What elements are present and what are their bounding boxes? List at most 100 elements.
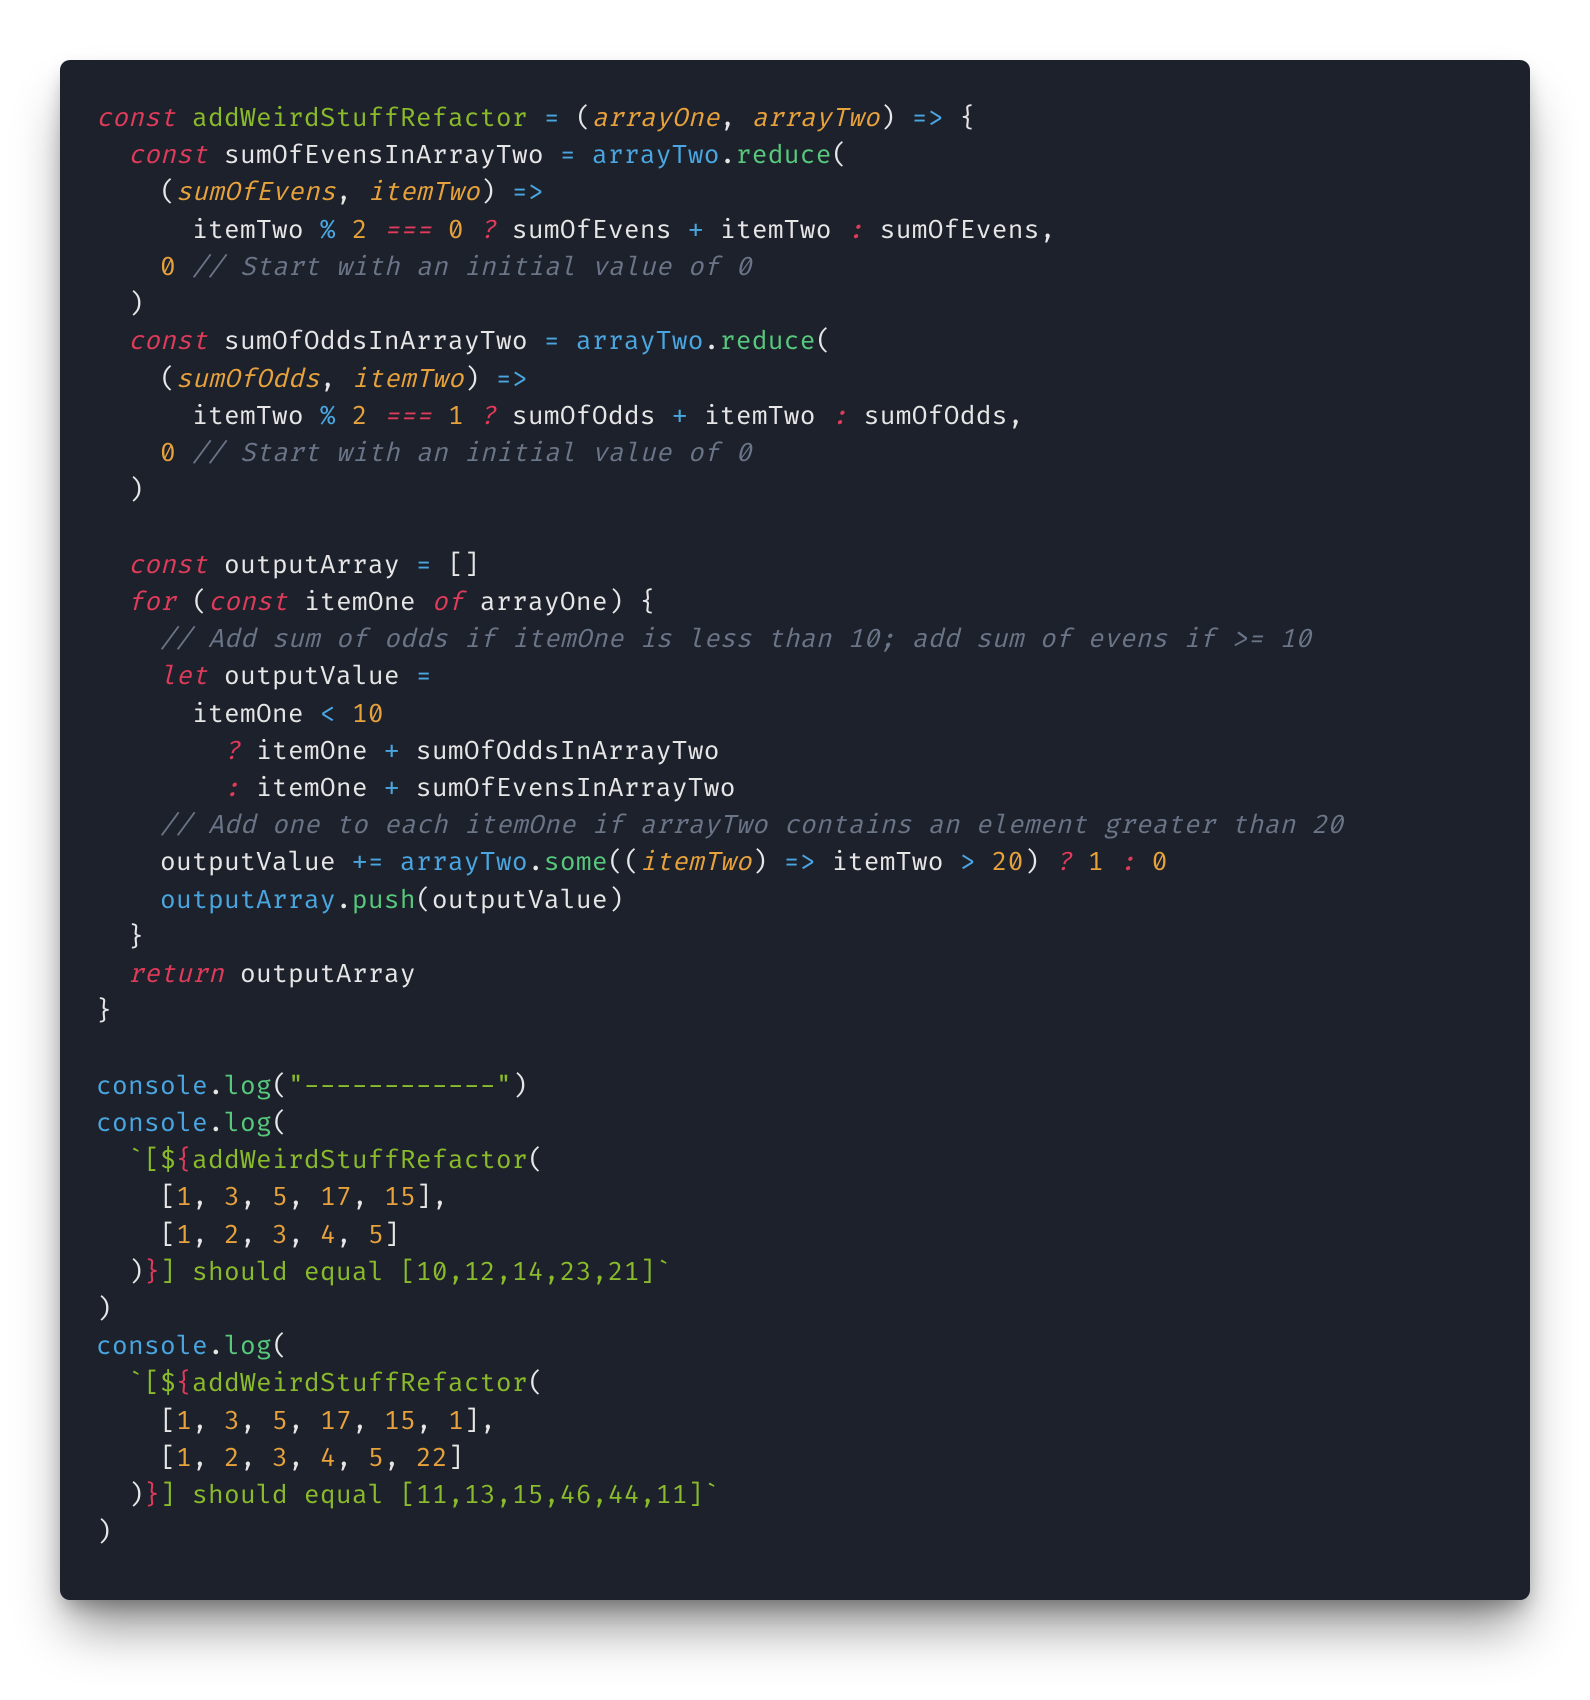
token-cmt: // Add one to each itemOne if arrayTwo c… — [160, 809, 1343, 841]
token-punct — [528, 102, 544, 134]
token-punct — [864, 214, 880, 246]
token-num: 2 — [224, 1219, 240, 1251]
token-punct — [208, 660, 224, 692]
token-punct — [368, 214, 384, 246]
token-kw: const — [208, 586, 288, 618]
token-punct: , — [288, 1219, 320, 1251]
token-punct: ], — [416, 1181, 448, 1213]
token-str: ] should equal [10,12,14,23,21]` — [160, 1256, 672, 1288]
token-num: 1 — [1088, 846, 1104, 878]
token-op: += — [352, 846, 384, 878]
token-tern: ? — [480, 214, 496, 246]
code-block[interactable]: const addWeirdStuffRefactor = ( arrayOne,… — [96, 100, 1494, 1552]
token-punct — [368, 772, 384, 804]
token-num: 10 — [352, 698, 384, 730]
token-punct: ( — [816, 325, 832, 357]
token-kw: const — [128, 549, 208, 581]
token-punct — [400, 660, 416, 692]
code-line: console.log( — [96, 1330, 288, 1362]
token-tmpl-d: } — [144, 1479, 160, 1511]
token-num: 0 — [160, 437, 176, 469]
token-num: 15 — [384, 1405, 416, 1437]
token-num: 5 — [272, 1181, 288, 1213]
token-punct: ( — [528, 1367, 544, 1399]
token-punct — [688, 400, 704, 432]
token-kw: const — [128, 139, 208, 171]
code-line: const sumOfEvensInArrayTwo = arrayTwo.re… — [96, 139, 848, 171]
token-punct: . — [336, 884, 352, 916]
code-line: // Add one to each itemOne if arrayTwo c… — [96, 809, 1343, 841]
code-line: 0 // Start with an initial value of 0 — [96, 251, 752, 283]
token-op: = — [544, 102, 560, 134]
token-punct — [176, 251, 192, 283]
token-punct: , — [416, 1405, 448, 1437]
token-punct: ) — [608, 884, 624, 916]
token-punct — [496, 214, 512, 246]
token-punct — [96, 735, 224, 767]
token-punct — [432, 400, 448, 432]
token-ident: itemTwo — [704, 400, 816, 432]
token-op: > — [960, 846, 976, 878]
token-obj: console — [96, 1070, 208, 1102]
token-punct — [496, 400, 512, 432]
token-param: arrayOne — [592, 102, 720, 134]
token-ident: itemTwo — [832, 846, 944, 878]
token-op: % — [320, 400, 336, 432]
code-line: (sumOfEvens, itemTwo) => — [96, 176, 544, 208]
token-punct: ( — [96, 363, 176, 395]
token-punct — [400, 735, 416, 767]
token-op: = — [416, 660, 432, 692]
token-kw: let — [160, 660, 208, 692]
token-punct — [208, 325, 224, 357]
token-tern: ? — [480, 400, 496, 432]
token-punct — [416, 586, 432, 618]
token-punct — [464, 400, 480, 432]
token-punct — [96, 772, 224, 804]
token-punct: } — [96, 921, 144, 953]
token-punct: . — [208, 1070, 224, 1102]
token-param: itemTwo — [352, 363, 464, 395]
token-fn-call: log — [224, 1107, 272, 1139]
code-line: return outputArray — [96, 958, 416, 990]
token-fn-call: some — [544, 846, 608, 878]
token-punct — [560, 325, 576, 357]
token-punct: . — [720, 139, 736, 171]
token-punct: ] — [384, 1219, 400, 1251]
token-punct — [464, 586, 480, 618]
token-punct: , — [192, 1405, 224, 1437]
code-line: console.log( — [96, 1107, 288, 1139]
token-punct — [288, 586, 304, 618]
token-kw: return — [128, 958, 224, 990]
token-punct: , — [240, 1442, 272, 1474]
code-line: [1, 2, 3, 4, 5] — [96, 1219, 400, 1251]
token-num: 0 — [1152, 846, 1168, 878]
token-punct: . — [208, 1107, 224, 1139]
token-punct: . — [528, 846, 544, 878]
code-line: 0 // Start with an initial value of 0 — [96, 437, 752, 469]
token-num: 2 — [352, 214, 368, 246]
token-ident: itemTwo — [720, 214, 832, 246]
token-punct — [336, 846, 352, 878]
token-punct: ( — [96, 176, 176, 208]
token-num: 17 — [320, 1181, 352, 1213]
token-punct — [544, 139, 560, 171]
token-tern: : — [832, 400, 848, 432]
token-str: `[$ — [128, 1144, 176, 1176]
token-eqeq: === — [384, 214, 432, 246]
code-line: const sumOfOddsInArrayTwo = arrayTwo.red… — [96, 325, 832, 357]
token-num: 5 — [368, 1442, 384, 1474]
token-punct: , — [336, 1219, 368, 1251]
token-punct: , — [288, 1405, 320, 1437]
token-fn-decl: addWeirdStuffRefactor — [192, 102, 528, 134]
token-punct: ) — [96, 474, 144, 506]
token-op: => — [784, 846, 816, 878]
token-num: 5 — [272, 1405, 288, 1437]
token-num: 17 — [320, 1405, 352, 1437]
token-cmt: // Start with an initial value of 0 — [192, 251, 752, 283]
token-num: 5 — [368, 1219, 384, 1251]
token-punct: , — [288, 1442, 320, 1474]
token-tern: : — [848, 214, 864, 246]
token-num: 3 — [224, 1181, 240, 1213]
token-punct — [96, 698, 192, 730]
token-punct — [224, 958, 240, 990]
